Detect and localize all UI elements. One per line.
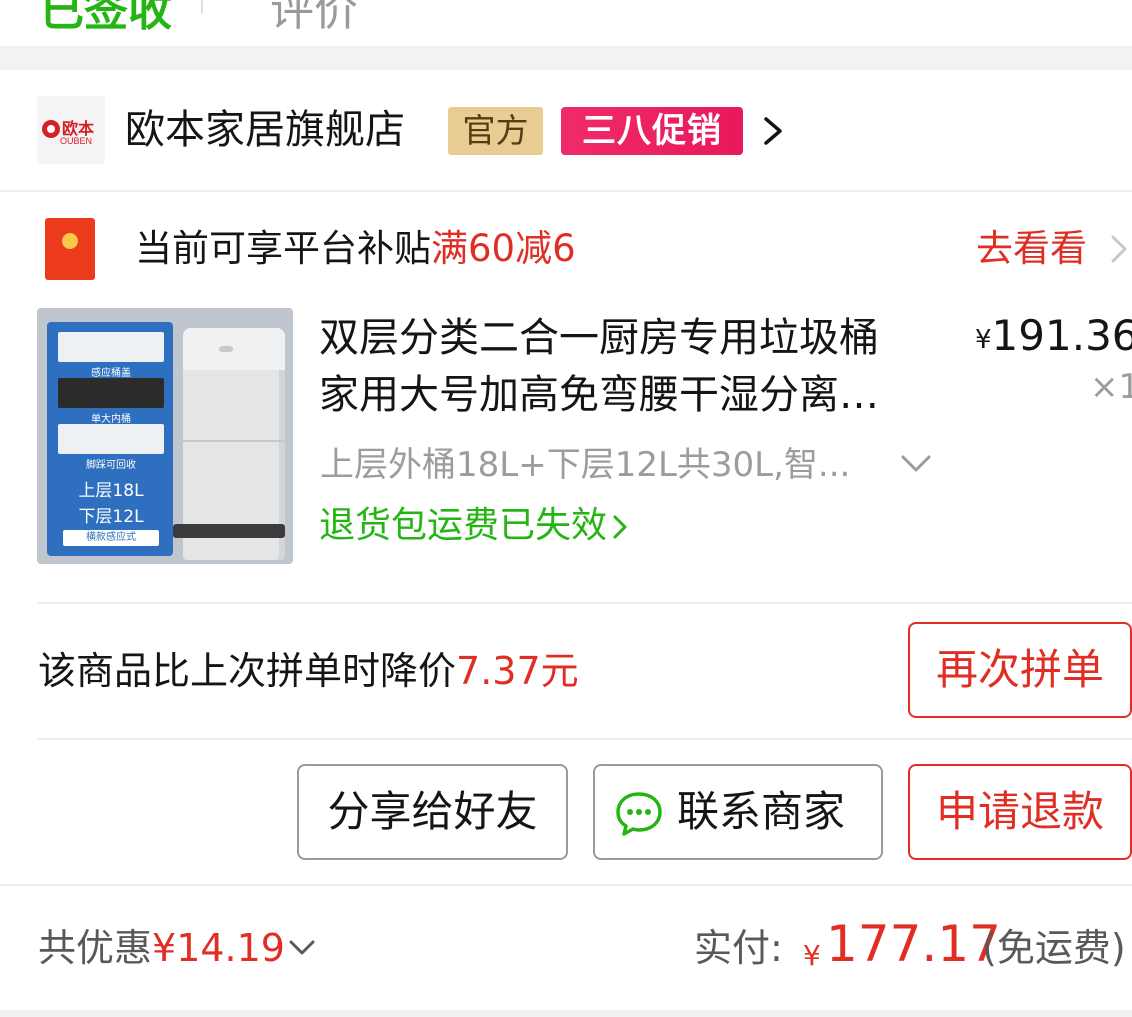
official-badge: 官方 — [448, 107, 543, 155]
recycle-caption: 脚踩可回收 — [86, 460, 136, 471]
logo-brand-en: OUBEN — [60, 136, 93, 146]
inner-caption: 单大内桶 — [91, 414, 131, 425]
request-refund-button[interactable]: 申请退款 — [908, 764, 1132, 860]
price-currency: ¥ — [975, 325, 992, 355]
total-discount[interactable]: 共优惠¥14.19 — [38, 920, 285, 976]
store-name[interactable]: 欧本家居旗舰店 — [125, 103, 405, 157]
product-title[interactable]: 双层分类二合一厨房专用垃圾桶 家用大号加高免弯腰干湿分离… — [319, 310, 939, 424]
pedal-image — [58, 424, 164, 454]
subsidy-label: 当前可享平台补贴 — [135, 227, 431, 270]
upper-capacity: 上层18L — [78, 481, 144, 501]
top-status-strip: 已签收 评价 — [0, 0, 1132, 46]
product-title-line1: 双层分类二合一厨房专用垃圾桶 — [319, 315, 879, 361]
lid-caption: 感应桶盖 — [91, 368, 131, 379]
product-thumbnail[interactable]: 感应桶盖 单大内桶 脚踩可回收 上层18L 下层12L 横款感应式 — [37, 308, 293, 564]
subsidy-text: 当前可享平台补贴满60减6 — [135, 222, 576, 276]
return-shipping-status[interactable]: 退货包运费已失效 — [319, 500, 629, 552]
price-value: 191.36 — [991, 311, 1132, 360]
lid-image — [58, 332, 164, 362]
share-button[interactable]: 分享给好友 — [297, 764, 568, 860]
brand-mark-icon — [42, 120, 60, 138]
order-status-text: 已签收 — [40, 0, 172, 36]
reorder-button[interactable]: 再次拼单 — [908, 622, 1132, 718]
chevron-right-icon[interactable] — [1106, 230, 1132, 268]
contact-merchant-button[interactable]: 联系商家 — [593, 764, 883, 860]
divider — [201, 0, 203, 14]
chevron-down-icon[interactable] — [898, 449, 934, 477]
review-link[interactable]: 评价 — [270, 0, 358, 38]
price-drop-notice: 该商品比上次拼单时降价7.37元 — [38, 644, 579, 698]
red-envelope-icon — [45, 218, 95, 280]
chevron-right-icon[interactable] — [758, 113, 788, 149]
product-price: ¥191.36 — [975, 308, 1132, 364]
paid-amount: 177.17 — [826, 915, 1001, 973]
divider — [0, 190, 1132, 192]
go-see-link[interactable]: 去看看 — [976, 222, 1087, 276]
divider — [38, 738, 1132, 740]
discount-amount: ¥14.19 — [152, 926, 285, 970]
model-badge: 横款感应式 — [63, 530, 159, 546]
price-drop-label: 该商品比上次拼单时降价 — [38, 649, 457, 693]
subsidy-amount: 满60减6 — [431, 227, 576, 270]
return-shipping-text: 退货包运费已失效 — [319, 505, 608, 546]
trash-bin-image — [173, 328, 285, 560]
product-spec[interactable]: 上层外桶18L+下层12L共30L,智... — [320, 441, 896, 489]
price-drop-amount: 7.37元 — [456, 649, 579, 693]
discount-label: 共优惠 — [38, 926, 153, 970]
store-logo[interactable]: 欧本 OUBEN — [37, 96, 105, 164]
inner-bucket-image — [58, 378, 164, 408]
paid-label: 实付: — [694, 926, 783, 970]
product-title-line2: 家用大号加高免弯腰干湿分离… — [319, 372, 879, 418]
product-quantity: ×1 — [1090, 367, 1132, 407]
free-shipping-note: (免运费) — [982, 926, 1126, 970]
chevron-down-icon[interactable] — [287, 936, 317, 960]
lower-capacity: 下层12L — [78, 507, 144, 527]
chat-bubble-icon — [616, 792, 662, 836]
divider — [0, 884, 1132, 886]
paid-currency: ¥ — [803, 939, 821, 972]
chevron-right-icon — [613, 515, 627, 539]
contact-merchant-label: 联系商家 — [677, 787, 846, 836]
promo-badge: 三八促销 — [561, 107, 743, 155]
divider — [38, 602, 1132, 604]
